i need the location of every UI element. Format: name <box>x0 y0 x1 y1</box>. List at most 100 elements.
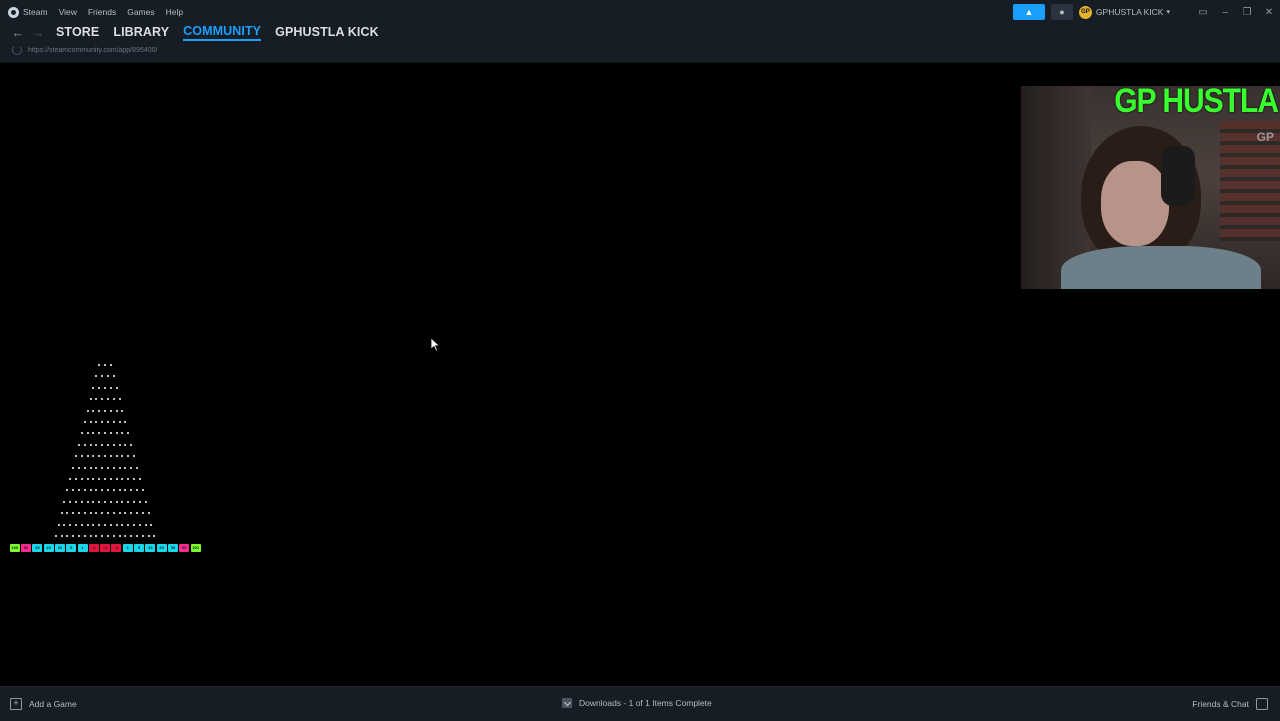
account-menu[interactable]: GP GPHUSTLA KICK ▾ <box>1078 5 1170 19</box>
plinko-peg <box>127 523 130 526</box>
plinko-peg <box>92 500 95 503</box>
minimize-icon[interactable]: – <box>1214 7 1236 18</box>
add-game-button[interactable]: + Add a Game <box>10 698 77 710</box>
plinko-peg <box>133 478 135 480</box>
menu-games[interactable]: Games <box>127 7 154 17</box>
plinko-peg <box>121 409 124 412</box>
plinko-peg <box>95 535 98 537</box>
plinko-peg <box>106 512 109 515</box>
url-text[interactable]: https://steamcommunity.com/app/895400/ <box>28 47 157 54</box>
plinko-peg <box>115 478 118 480</box>
plinko-peg <box>104 409 106 412</box>
plinko-peg <box>147 512 150 515</box>
back-arrow-icon[interactable]: ← <box>8 25 28 40</box>
friends-chat-button[interactable]: Friends & Chat <box>1192 698 1268 710</box>
plinko-peg <box>112 512 115 515</box>
plinko-bucket: 50 <box>21 544 32 552</box>
menu-view[interactable]: View <box>59 7 77 17</box>
forward-arrow-icon[interactable]: → <box>28 25 48 40</box>
stream-watermark: GP <box>1256 130 1274 144</box>
menu-help[interactable]: Help <box>166 7 183 17</box>
plinko-peg <box>98 409 101 412</box>
plinko-peg <box>86 432 89 435</box>
plinko-peg <box>106 535 109 537</box>
plinko-peg <box>69 523 72 526</box>
plinko-peg <box>69 500 72 503</box>
downloads-button[interactable]: Downloads - 1 of 1 Items Complete <box>562 698 712 708</box>
chevron-down-icon: ▾ <box>1166 9 1170 16</box>
plinko-peg <box>115 386 118 389</box>
plinko-peg <box>124 421 127 423</box>
tab-profile[interactable]: GPHUSTLA KICK <box>275 25 379 39</box>
plinko-peg <box>92 523 95 526</box>
plinko-peg <box>124 466 127 469</box>
big-picture-icon[interactable]: ▭ <box>1192 7 1214 18</box>
plinko-peg <box>127 478 130 480</box>
plinko-bucket: 20 <box>156 544 167 552</box>
plinko-peg <box>153 535 156 537</box>
plinko-peg <box>109 500 112 503</box>
plinko-peg <box>89 512 92 515</box>
plinko-peg <box>109 523 112 526</box>
plinko-bucket: -1 <box>88 544 99 552</box>
plinko-peg <box>121 478 124 480</box>
plinko-peg <box>101 512 104 515</box>
tab-library[interactable]: LIBRARY <box>113 25 169 39</box>
close-icon[interactable]: ✕ <box>1258 7 1280 18</box>
plinko-bucket: 5 <box>66 544 77 552</box>
account-name: GPHUSTLA KICK <box>1095 7 1164 17</box>
plinko-peg <box>80 455 83 458</box>
plinko-peg <box>95 466 98 469</box>
menu-friends[interactable]: Friends <box>88 7 116 17</box>
plinko-peg <box>101 466 104 469</box>
plinko-peg <box>112 489 115 492</box>
plinko-peg <box>92 455 95 458</box>
avatar: GP <box>1078 5 1092 19</box>
download-icon <box>562 698 572 708</box>
steam-logo-icon <box>8 6 19 18</box>
plinko-peg <box>101 489 104 492</box>
plinko-peg <box>118 443 121 446</box>
plinko-peg <box>75 500 77 503</box>
plinko-bucket: 100 <box>9 544 20 552</box>
tab-community[interactable]: COMMUNITY <box>183 24 262 41</box>
plinko-peg <box>115 432 118 435</box>
friends-chat-label: Friends & Chat <box>1192 699 1249 709</box>
plinko-peg <box>86 500 89 503</box>
plinko-peg <box>104 432 106 435</box>
plinko-peg <box>92 432 95 435</box>
plinko-peg <box>101 535 104 537</box>
announcements-button[interactable]: ▲ <box>1012 4 1045 20</box>
plinko-peg <box>135 512 138 515</box>
plinko-peg <box>130 489 133 492</box>
restore-icon[interactable]: ❐ <box>1236 7 1258 18</box>
plinko-peg <box>86 409 89 412</box>
plinko-peg <box>98 455 101 458</box>
plinko-peg <box>101 421 104 423</box>
plinko-peg <box>127 432 130 435</box>
plinko-peg <box>104 500 106 503</box>
plinko-bucket: 100 <box>190 544 201 552</box>
plinko-peg <box>95 489 98 492</box>
menu-steam[interactable]: Steam <box>23 7 48 17</box>
plinko-bucket: 1 <box>122 544 133 552</box>
plinko-peg <box>106 489 109 492</box>
notifications-button[interactable]: ● <box>1050 4 1073 20</box>
plinko-peg <box>150 523 153 526</box>
plinko-peg <box>138 523 141 526</box>
plinko-peg <box>118 466 121 469</box>
plinko-peg <box>121 455 124 458</box>
plinko-peg <box>69 478 72 480</box>
plinko-bucket: 10 <box>54 544 65 552</box>
plinko-peg <box>118 489 121 492</box>
plinko-peg <box>112 421 115 423</box>
plinko-peg <box>83 443 86 446</box>
webcam-person-face <box>1101 161 1169 246</box>
tab-store[interactable]: STORE <box>56 25 99 39</box>
add-game-label: Add a Game <box>29 699 77 709</box>
downloads-label: Downloads - 1 of 1 Items Complete <box>579 698 712 708</box>
plinko-peg <box>92 386 95 389</box>
plus-icon: + <box>10 698 22 710</box>
plinko-peg <box>98 523 101 526</box>
plinko-peg <box>135 466 138 469</box>
